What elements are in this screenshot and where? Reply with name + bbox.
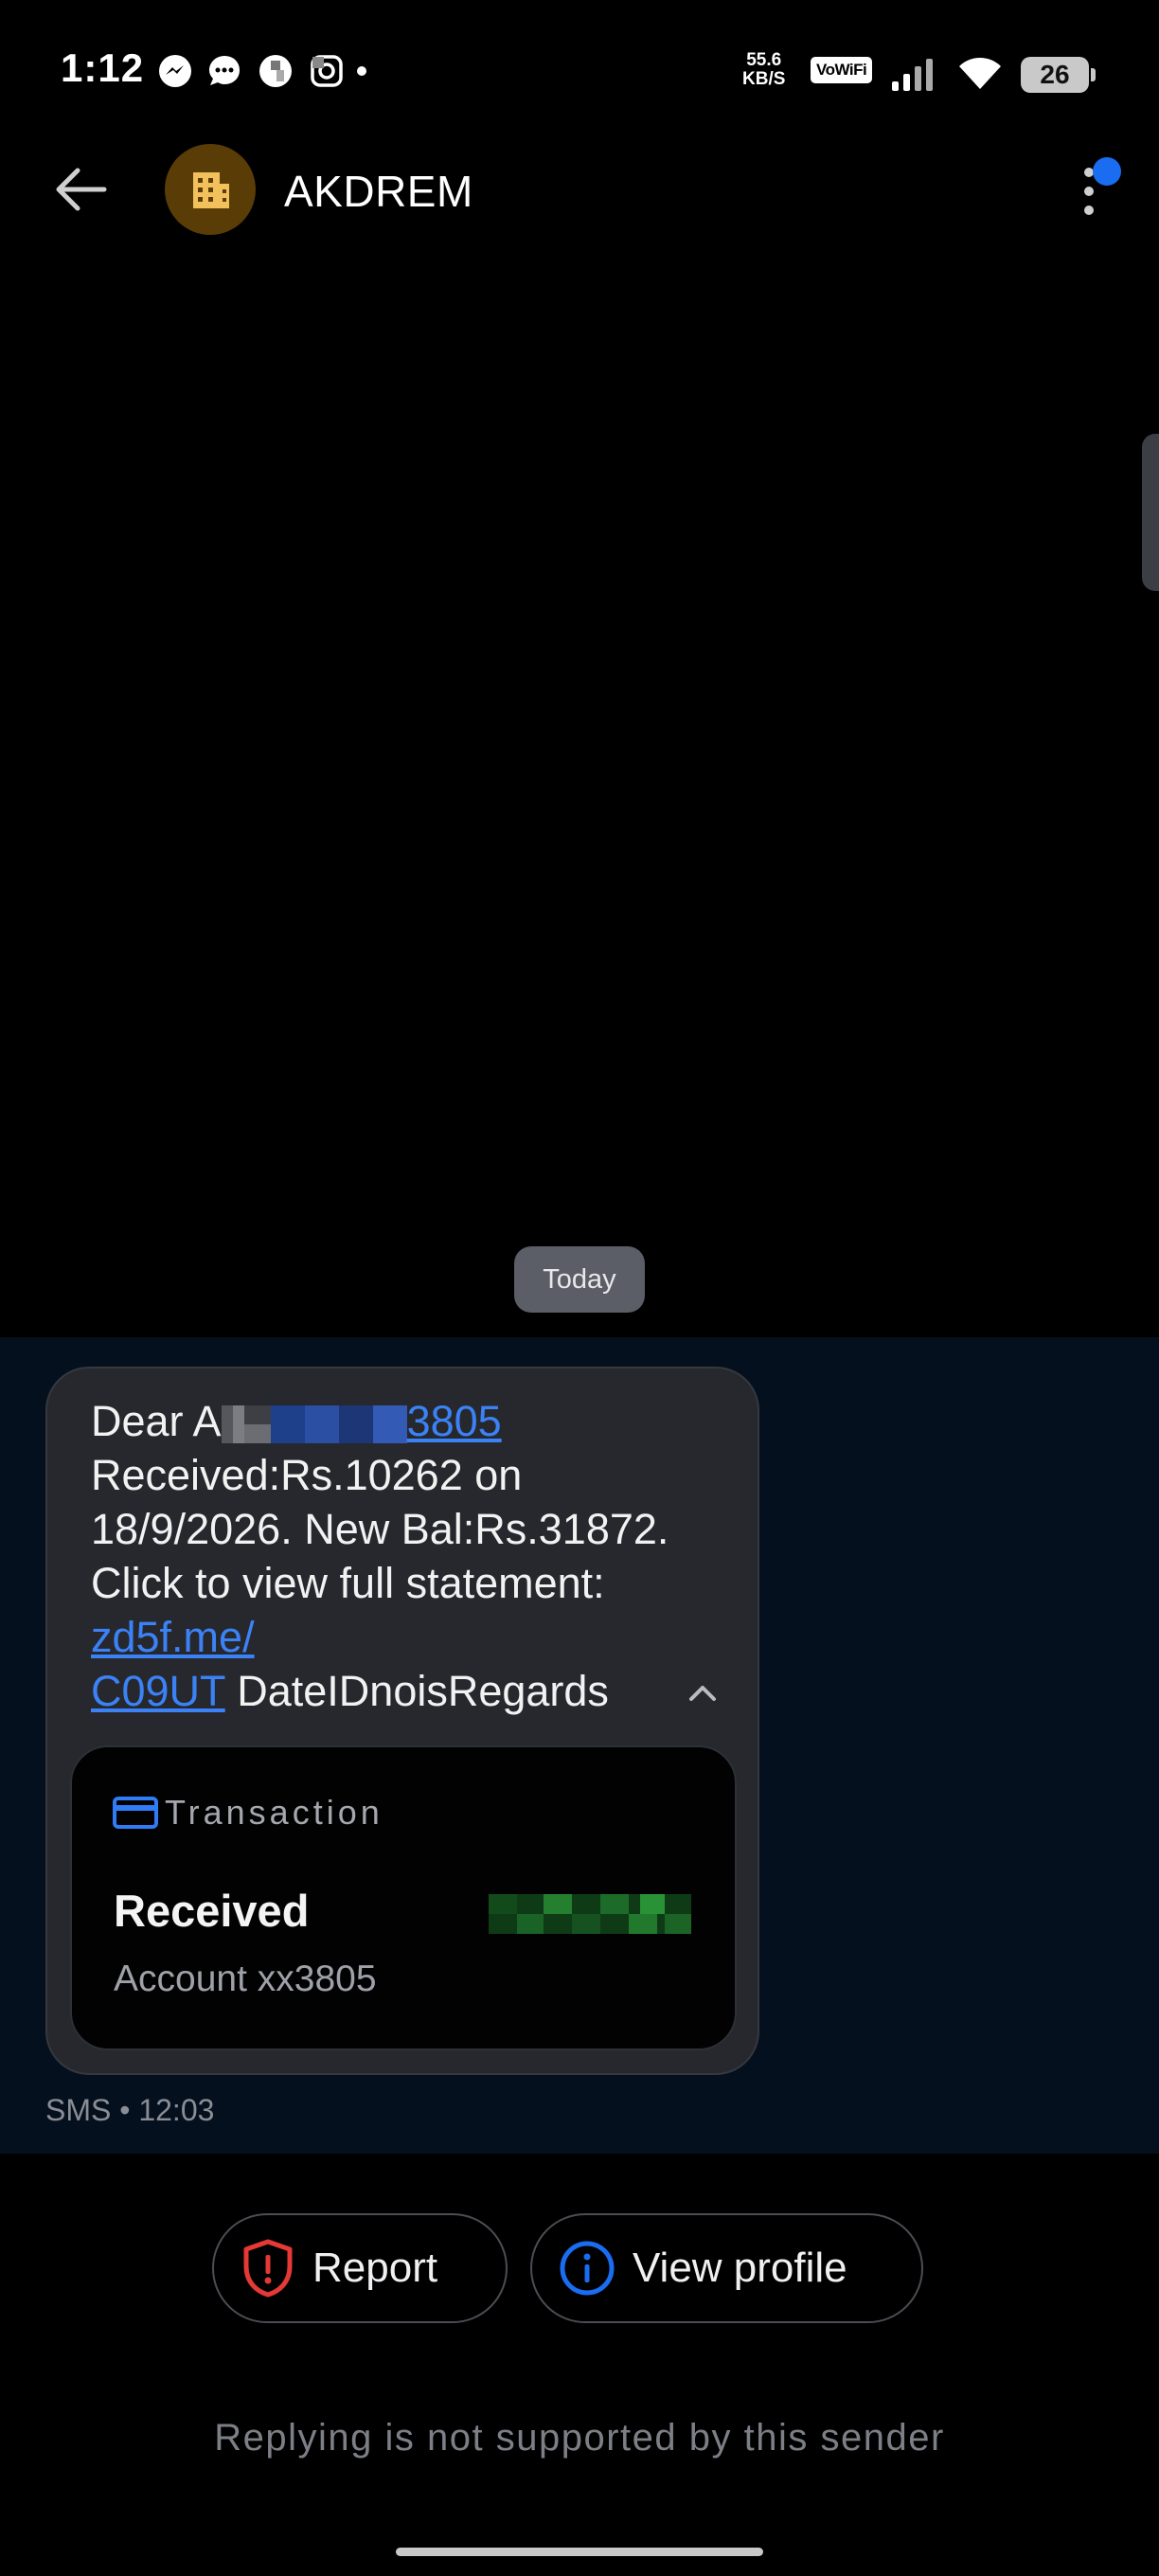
account-link[interactable]: 3805	[270, 1397, 502, 1445]
facebook-icon	[259, 55, 292, 87]
date-divider-chip: Today	[514, 1246, 645, 1313]
messenger-icon	[159, 55, 191, 87]
transaction-label: Transaction	[165, 1793, 383, 1832]
battery-tip	[1091, 68, 1096, 81]
view-profile-button[interactable]: View profile	[530, 2213, 923, 2323]
status-time: 1:12	[61, 45, 145, 90]
message-meta: SMS • 12:03	[45, 2093, 215, 2127]
notification-dot	[1093, 157, 1121, 186]
contact-name: AKDREM	[284, 167, 473, 216]
instagram-icon	[311, 55, 343, 87]
network-speed: 55.6 KB/S	[742, 50, 786, 89]
scroll-handle[interactable]	[1142, 434, 1159, 591]
transaction-amount-redacted	[489, 1894, 691, 1934]
signal-icon	[892, 59, 933, 91]
back-button[interactable]	[47, 161, 114, 218]
building-icon	[193, 172, 229, 208]
wifi-icon	[959, 58, 1001, 89]
transaction-account: Account xx3805	[114, 1959, 377, 1999]
shield-alert-icon	[243, 2239, 293, 2298]
avatar[interactable]	[165, 144, 256, 235]
vowifi-badge: VoWiFi	[811, 57, 873, 83]
chevron-up-icon[interactable]	[684, 1678, 722, 1707]
credit-card-icon	[113, 1797, 158, 1829]
report-button[interactable]: Report	[212, 2213, 508, 2323]
message-text: Dear A 3805 Received:Rs.10262 on 18/9/2026…	[91, 1397, 669, 1715]
reply-not-supported-note: Replying is not supported by this sender	[214, 2417, 945, 2459]
transaction-status: Received	[114, 1886, 310, 1936]
home-indicator[interactable]	[396, 2548, 763, 2556]
report-label: Report	[312, 2245, 438, 2291]
dot-icon	[357, 66, 366, 76]
info-icon	[560, 2241, 615, 2296]
view-profile-label: View profile	[633, 2245, 847, 2291]
battery-icon: 26	[1021, 57, 1089, 93]
chat-bubble-icon	[209, 56, 240, 85]
